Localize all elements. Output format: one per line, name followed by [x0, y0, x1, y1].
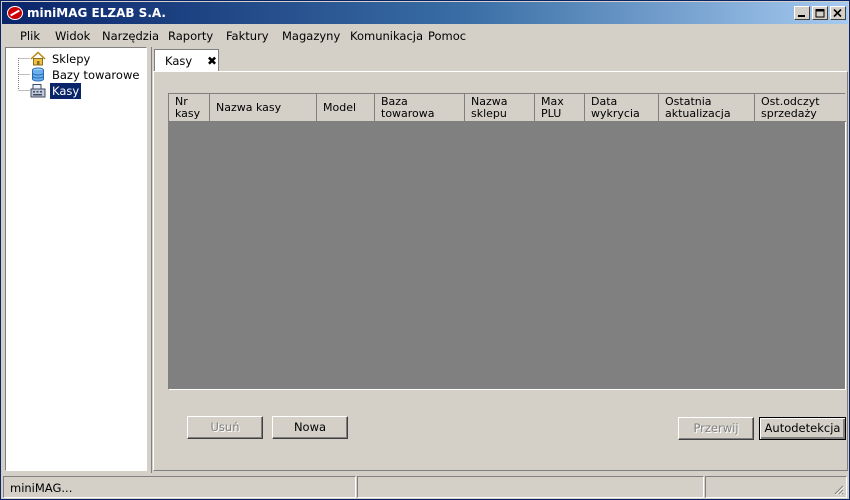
menu-pomoc[interactable]: Pomoc: [428, 29, 466, 43]
tab-close-icon[interactable]: ✖: [207, 54, 217, 68]
tab-content: Nr kasy Nazwa kasy Model Baza towarowa N…: [153, 71, 848, 471]
tree-item-label: Sklepy: [52, 52, 91, 66]
column-header-baza-towarowa[interactable]: Baza towarowa: [375, 94, 465, 122]
tab-label: Kasy: [165, 54, 193, 68]
tree-item-label: Bazy towarowe: [52, 68, 140, 82]
new-button[interactable]: Nowa: [272, 416, 348, 439]
column-header-nazwa-kasy[interactable]: Nazwa kasy: [210, 94, 317, 122]
interrupt-button[interactable]: Przerwij: [678, 417, 754, 440]
status-bar: miniMAG...: [2, 475, 848, 499]
column-header-ost-odczyt-sprzedazy[interactable]: Ost.odczyt sprzedaży: [755, 94, 846, 122]
menu-komunikacja[interactable]: Komunikacja: [350, 29, 423, 43]
menu-magazyny[interactable]: Magazyny: [282, 29, 340, 43]
column-header-model[interactable]: Model: [317, 94, 375, 122]
main-pane: Kasy ✖ Nr kasy Nazwa kasy Model Baza tow…: [151, 47, 848, 473]
status-panel-middle: [357, 476, 704, 498]
home-icon: [30, 51, 46, 66]
status-text: miniMAG...: [10, 481, 73, 495]
menu-bar: Plik Widok Narzędzia Raporty Faktury Mag…: [2, 25, 848, 45]
status-panel-right: [705, 476, 847, 498]
menu-plik[interactable]: Plik: [20, 29, 40, 43]
navigation-tree: Sklepy Bazy towarowe Kasy: [5, 47, 147, 471]
column-header-ostatnia-aktualizacja[interactable]: Ostatnia aktualizacja: [659, 94, 755, 122]
minimize-icon: [798, 15, 805, 17]
main-window: miniMAG ELZAB S.A. Plik Widok Narzędzia …: [0, 0, 850, 500]
menu-raporty[interactable]: Raporty: [168, 29, 213, 43]
column-header-data-wykrycia[interactable]: Data wykrycia: [585, 94, 659, 122]
column-header-nazwa-sklepu[interactable]: Nazwa sklepu: [465, 94, 535, 122]
title-bar: miniMAG ELZAB S.A.: [2, 2, 848, 24]
maximize-button[interactable]: [812, 6, 828, 20]
tab-kasy[interactable]: Kasy ✖: [154, 49, 219, 71]
tree-item-label: Kasy: [50, 83, 82, 99]
column-header-nr-kasy[interactable]: Nr kasy: [169, 94, 210, 122]
resize-grip-icon[interactable]: [832, 483, 844, 495]
database-icon: [32, 67, 44, 82]
app-logo-icon: [7, 6, 23, 20]
menu-faktury[interactable]: Faktury: [226, 29, 269, 43]
cash-register-icon: [30, 84, 46, 98]
close-button[interactable]: [830, 6, 846, 20]
window-title: miniMAG ELZAB S.A.: [27, 6, 166, 20]
menu-narzedzia[interactable]: Narzędzia: [102, 29, 159, 43]
close-icon: [833, 9, 842, 18]
status-panel-main: miniMAG...: [3, 476, 356, 498]
maximize-icon: [815, 9, 825, 18]
cash-registers-table[interactable]: Nr kasy Nazwa kasy Model Baza towarowa N…: [168, 93, 846, 390]
delete-button[interactable]: Usuń: [187, 416, 263, 439]
column-header-max-plu[interactable]: Max PLU: [535, 94, 585, 122]
minimize-button[interactable]: [794, 6, 810, 20]
menu-widok[interactable]: Widok: [55, 29, 90, 43]
autodetect-button[interactable]: Autodetekcja: [759, 417, 846, 440]
table-header: Nr kasy Nazwa kasy Model Baza towarowa N…: [169, 94, 846, 122]
